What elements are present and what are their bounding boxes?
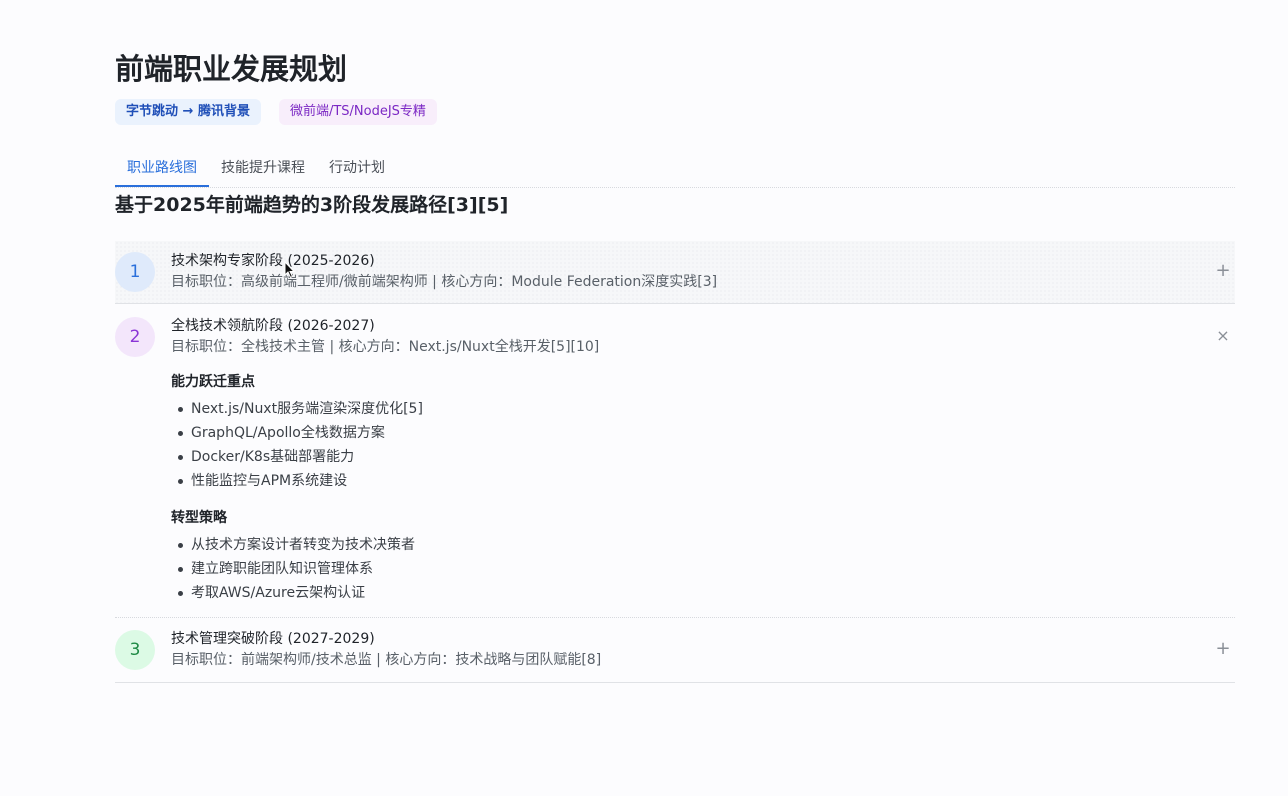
tab-skill-courses[interactable]: 技能提升课程 [209,150,317,187]
stage-1-accordion[interactable]: 1 技术架构专家阶段 (2025-2026) 目标职位：高级前端工程师/微前端架… [115,241,1235,304]
tab-career-roadmap[interactable]: 职业路线图 [115,150,209,187]
stage-subtitle: 目标职位：前端架构师/技术总监 | 核心方向：技术战略与团队赋能[8] [171,652,602,668]
list-item: Docker/K8s基础部署能力 [178,445,423,469]
page-title: 前端职业发展规划 [115,52,348,86]
stage-title: 技术架构专家阶段 (2025-2026) [171,253,375,269]
capability-focus-list: Next.js/Nuxt服务端渲染深度优化[5] GraphQL/Apollo全… [178,397,423,493]
stage-3-accordion[interactable]: 3 技术管理突破阶段 (2027-2029) 目标职位：前端架构师/技术总监 |… [115,618,1235,683]
list-item: 从技术方案设计者转变为技术决策者 [178,533,415,557]
background-badge: 字节跳动 → 腾讯背景 [115,99,261,125]
stage-number-badge: 1 [115,252,155,292]
mouse-cursor-icon [284,261,296,279]
list-item: Next.js/Nuxt服务端渲染深度优化[5] [178,397,423,421]
specialty-badge: 微前端/TS/NodeJS专精 [278,99,437,125]
stage-subtitle: 目标职位：高级前端工程师/微前端架构师 | 核心方向：Module Federa… [171,274,718,290]
list-item: 性能监控与APM系统建设 [178,469,423,493]
capability-focus-title: 能力跃迁重点 [171,374,255,390]
stage-subtitle: 目标职位：全栈技术主管 | 核心方向：Next.js/Nuxt全栈开发[5][1… [171,339,600,355]
badge-group: 字节跳动 → 腾讯背景 微前端/TS/NodeJS专精 [115,99,437,125]
list-item: 建立跨职能团队知识管理体系 [178,557,415,581]
stage-number-badge: 3 [115,630,155,670]
close-icon[interactable]: × [1215,328,1231,344]
roadmap-heading: 基于2025年前端趋势的3阶段发展路径[3][5] [115,194,509,216]
list-item: GraphQL/Apollo全栈数据方案 [178,421,423,445]
plus-icon[interactable]: + [1215,640,1231,658]
tab-bar: 职业路线图 技能提升课程 行动计划 [115,150,1235,188]
stage-number-badge: 2 [115,317,155,357]
transition-strategy-list: 从技术方案设计者转变为技术决策者 建立跨职能团队知识管理体系 考取AWS/Azu… [178,533,415,605]
list-item: 考取AWS/Azure云架构认证 [178,581,415,605]
stage-title: 技术管理突破阶段 (2027-2029) [171,631,375,647]
plus-icon[interactable]: + [1215,262,1231,280]
stage-title: 全栈技术领航阶段 (2026-2027) [171,318,375,334]
tab-action-plan[interactable]: 行动计划 [317,150,397,187]
transition-strategy-title: 转型策略 [171,510,227,526]
stage-2-accordion[interactable]: 2 全栈技术领航阶段 (2026-2027) 目标职位：全栈技术主管 | 核心方… [115,304,1235,618]
